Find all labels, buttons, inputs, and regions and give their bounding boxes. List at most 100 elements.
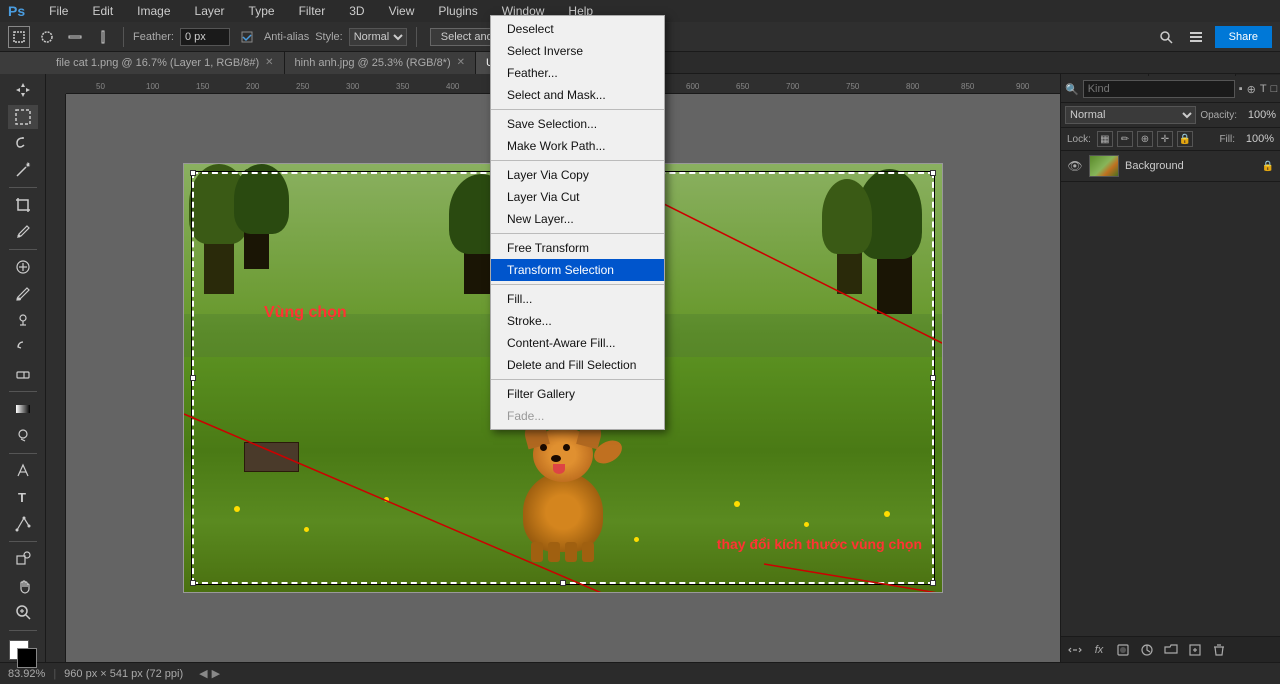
tool-move[interactable] <box>8 78 38 103</box>
handle-right-mid[interactable] <box>930 375 936 381</box>
layer-item-background[interactable]: 👁 Background 🔒 <box>1061 151 1280 182</box>
tool-clone-stamp[interactable] <box>8 308 38 333</box>
tool-path-select[interactable] <box>8 512 38 537</box>
ctx-filter-gallery[interactable]: Filter Gallery <box>491 383 664 405</box>
menu-edit[interactable]: Edit <box>88 2 117 20</box>
ctx-stroke[interactable]: Stroke... <box>491 310 664 332</box>
blend-mode-select[interactable]: Normal <box>1065 106 1196 124</box>
ctx-select-and-mask-label: Select and Mask... <box>507 88 606 102</box>
layers-filter-adj[interactable]: ⊕ <box>1247 80 1256 98</box>
ctx-layer-via-cut[interactable]: Layer Via Cut <box>491 186 664 208</box>
tool-crop[interactable] <box>8 193 38 218</box>
lock-move-btn[interactable]: ✛ <box>1157 131 1173 147</box>
tool-eraser[interactable] <box>8 361 38 386</box>
status-next-btn[interactable]: ▶ <box>212 667 220 680</box>
tool-brush[interactable] <box>8 282 38 307</box>
tool-marquee-rect[interactable] <box>8 26 30 48</box>
color-fg[interactable] <box>17 648 37 668</box>
menu-filter[interactable]: Filter <box>295 2 330 20</box>
menu-type[interactable]: Type <box>245 2 279 20</box>
menu-plugins[interactable]: Plugins <box>434 2 481 20</box>
handle-bottom-right[interactable] <box>930 580 936 586</box>
tool-history-brush[interactable] <box>8 335 38 360</box>
handle-top-right[interactable] <box>930 170 936 176</box>
handle-left-mid[interactable] <box>190 375 196 381</box>
add-mask-btn[interactable] <box>1113 640 1133 660</box>
tool-dodge[interactable] <box>8 423 38 448</box>
ctx-save-selection[interactable]: Save Selection... <box>491 113 664 135</box>
style-select[interactable]: Normal <box>349 28 407 46</box>
lock-label: Lock: <box>1067 134 1091 145</box>
tool-marquee[interactable] <box>8 105 38 130</box>
delete-layer-btn[interactable] <box>1209 640 1229 660</box>
tab-label-hinh-anh: hinh anh.jpg @ 25.3% (RGB/8*) <box>295 57 451 69</box>
tool-heal[interactable] <box>8 255 38 280</box>
ctx-make-work-path[interactable]: Make Work Path... <box>491 135 664 157</box>
add-layer-btn[interactable] <box>1185 640 1205 660</box>
ctx-deselect[interactable]: Deselect <box>491 18 664 40</box>
toolbar-separator-1 <box>123 27 124 47</box>
anti-alias-checkbox[interactable] <box>236 26 258 48</box>
lock-all-btn[interactable]: 🔒 <box>1177 131 1193 147</box>
search-icon[interactable] <box>1155 26 1177 48</box>
menu-layer[interactable]: Layer <box>191 2 229 20</box>
menu-image[interactable]: Image <box>133 2 174 20</box>
lock-paint-btn[interactable]: ✏ <box>1117 131 1133 147</box>
tool-marquee-single-col[interactable] <box>92 26 114 48</box>
ctx-layer-via-copy[interactable]: Layer Via Copy <box>491 164 664 186</box>
layers-search-input[interactable] <box>1083 80 1235 98</box>
layers-filter-pixel[interactable]: ▪ <box>1239 80 1243 98</box>
menu-view[interactable]: View <box>385 2 419 20</box>
tool-type[interactable]: T <box>8 485 38 510</box>
tool-lasso[interactable] <box>8 131 38 156</box>
ctx-feather[interactable]: Feather... <box>491 62 664 84</box>
share-button[interactable]: Share <box>1215 26 1272 48</box>
fx-btn[interactable]: fx <box>1089 640 1109 660</box>
layers-search-row: 🔍 ▪ ⊕ T □ ◉ ● <box>1061 76 1280 103</box>
tab-close-file-cat[interactable]: ✕ <box>265 57 273 68</box>
ctx-select-and-mask[interactable]: Select and Mask... <box>491 84 664 106</box>
tool-pen[interactable] <box>8 459 38 484</box>
ctx-content-aware-fill[interactable]: Content-Aware Fill... <box>491 332 664 354</box>
handle-bottom-mid[interactable] <box>560 580 566 586</box>
tab-file-cat[interactable]: file cat 1.png @ 16.7% (Layer 1, RGB/8#)… <box>46 52 285 74</box>
ctx-transform-selection[interactable]: Transform Selection <box>491 259 664 281</box>
layers-filter-shape[interactable]: □ <box>1271 80 1278 98</box>
ctx-layer-via-copy-label: Layer Via Copy <box>507 168 589 182</box>
folder-btn[interactable] <box>1161 640 1181 660</box>
adjustment-btn[interactable] <box>1137 640 1157 660</box>
ctx-delete-fill[interactable]: Delete and Fill Selection <box>491 354 664 376</box>
handle-top-left[interactable] <box>190 170 196 176</box>
svg-text:T: T <box>18 490 26 505</box>
ctx-stroke-label: Stroke... <box>507 314 552 328</box>
tool-marquee-ellipse[interactable] <box>36 26 58 48</box>
tool-hand[interactable] <box>8 574 38 599</box>
lock-artboard-btn[interactable]: ⊕ <box>1137 131 1153 147</box>
ruler-mark: 350 <box>396 82 409 91</box>
ctx-new-layer[interactable]: New Layer... <box>491 208 664 230</box>
link-layers-btn[interactable] <box>1065 640 1085 660</box>
ctx-free-transform[interactable]: Free Transform <box>491 237 664 259</box>
ctx-select-inverse[interactable]: Select Inverse <box>491 40 664 62</box>
lock-transparent-btn[interactable]: ▦ <box>1097 131 1113 147</box>
layers-filter-type[interactable]: T <box>1260 80 1267 98</box>
menu-3d[interactable]: 3D <box>345 2 368 20</box>
menu-file[interactable]: File <box>45 2 72 20</box>
tool-gradient[interactable] <box>8 397 38 422</box>
ctx-fill[interactable]: Fill... <box>491 288 664 310</box>
tab-close-hinh-anh[interactable]: ✕ <box>457 57 465 68</box>
feather-input[interactable] <box>180 28 230 46</box>
zoom-level: 83.92% <box>8 668 45 680</box>
tool-shape[interactable] <box>8 547 38 572</box>
handle-bottom-left[interactable] <box>190 580 196 586</box>
tool-eyedropper[interactable] <box>8 220 38 245</box>
ctx-sep-3 <box>491 233 664 234</box>
status-prev-btn[interactable]: ◀ <box>199 667 207 680</box>
tool-zoom[interactable] <box>8 600 38 625</box>
ruler-mark: 50 <box>96 82 105 91</box>
tool-marquee-single-row[interactable] <box>64 26 86 48</box>
tool-magic-wand[interactable] <box>8 158 38 183</box>
tab-hinh-anh[interactable]: hinh anh.jpg @ 25.3% (RGB/8*) ✕ <box>285 52 476 74</box>
workspace-icon[interactable] <box>1185 26 1207 48</box>
layer-visibility-eye[interactable]: 👁 <box>1067 158 1083 174</box>
